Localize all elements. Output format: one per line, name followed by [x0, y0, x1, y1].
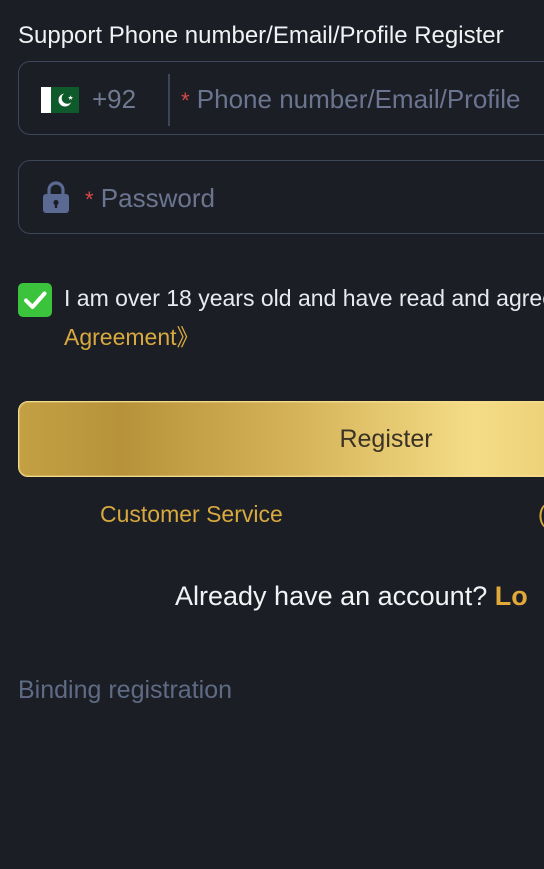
right-partial-link[interactable]: (	[538, 501, 544, 528]
agreement-link[interactable]: Agreement》	[64, 318, 200, 352]
login-prompt: Already have an account? Lo	[175, 581, 528, 612]
country-code[interactable]: +92	[92, 84, 136, 115]
password-placeholder-text: Password	[100, 183, 215, 213]
required-mark: *	[85, 187, 94, 212]
customer-service-link[interactable]: Customer Service	[100, 501, 283, 528]
phone-placeholder: * Phone number/Email/Profile	[181, 84, 521, 115]
lock-icon	[43, 181, 69, 213]
already-have-account-text: Already have an account?	[175, 581, 488, 611]
binding-registration-link[interactable]: Binding registration	[18, 676, 232, 705]
required-mark: *	[181, 88, 190, 113]
agreement-text: I am over 18 years old and have read and…	[64, 285, 544, 311]
phone-placeholder-text: Phone number/Email/Profile	[196, 84, 521, 114]
login-link[interactable]: Lo	[495, 581, 528, 611]
phone-email-input[interactable]: +92 * Phone number/Email/Profile	[18, 61, 544, 135]
pakistan-flag-icon[interactable]	[41, 87, 79, 113]
password-placeholder: * Password	[85, 183, 215, 214]
field-divider	[168, 74, 170, 126]
checkmark-icon	[24, 291, 47, 309]
password-input[interactable]: * Password	[18, 160, 544, 234]
register-page: Support Phone number/Email/Profile Regis…	[0, 0, 544, 869]
register-button-label: Register	[339, 425, 433, 453]
support-title: Support Phone number/Email/Profile Regis…	[18, 22, 504, 49]
register-button[interactable]: Register	[18, 401, 544, 477]
agreement-checkbox[interactable]	[18, 283, 52, 317]
